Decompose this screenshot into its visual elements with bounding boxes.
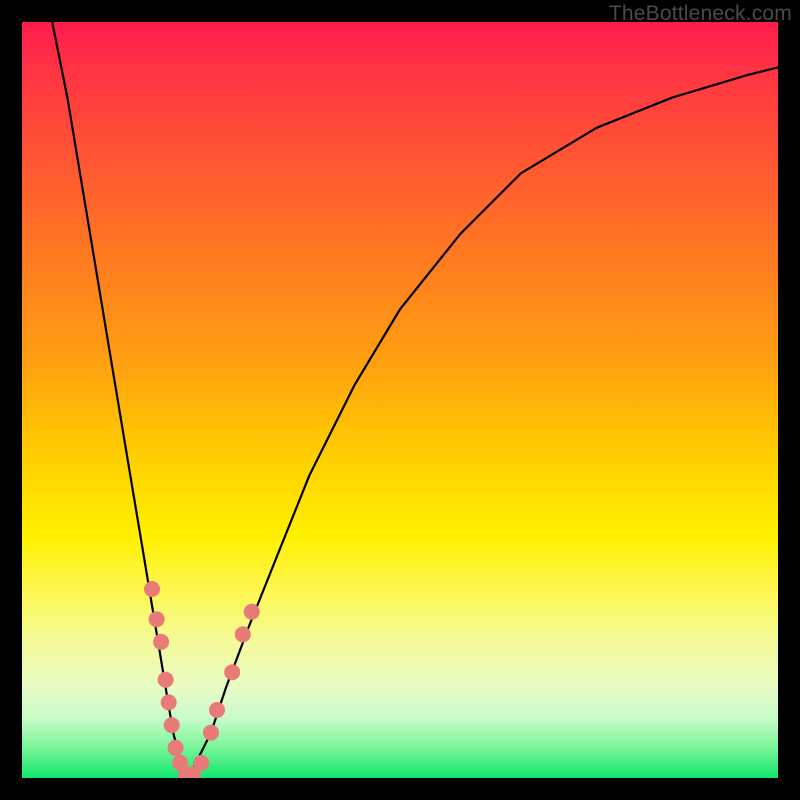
curve-marker <box>203 725 219 741</box>
curve-marker <box>209 702 225 718</box>
curve-marker <box>164 717 180 733</box>
curve-marker <box>235 626 251 642</box>
curve-marker <box>144 581 160 597</box>
curve-marker <box>158 672 174 688</box>
bottleneck-curve <box>52 22 778 778</box>
curve-marker <box>168 740 184 756</box>
curve-layer <box>22 22 778 778</box>
curve-marker <box>224 664 240 680</box>
watermark-text: TheBottleneck.com <box>609 2 792 26</box>
curve-marker <box>153 634 169 650</box>
curve-marker <box>244 604 260 620</box>
curve-marker <box>193 755 209 771</box>
curve-marker <box>149 611 165 627</box>
curve-marker <box>161 694 177 710</box>
chart-frame: TheBottleneck.com <box>0 0 800 800</box>
plot-area <box>22 22 778 778</box>
